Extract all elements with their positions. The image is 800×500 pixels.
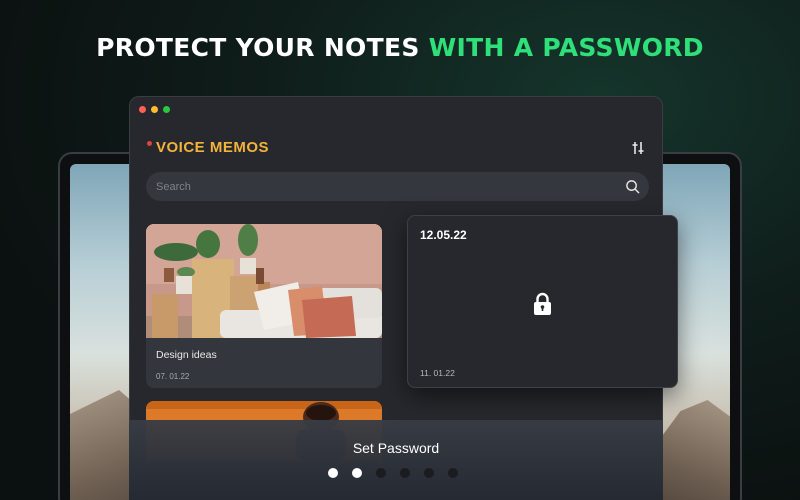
page-dot[interactable]: [424, 468, 434, 478]
page-dot[interactable]: [376, 468, 386, 478]
note-date: 07. 01.22: [156, 372, 190, 381]
sliders-icon: [632, 142, 644, 154]
search-icon[interactable]: [625, 179, 640, 194]
lock-icon: [534, 292, 551, 315]
set-password-label: Set Password: [352, 440, 440, 456]
page-dot[interactable]: [448, 468, 458, 478]
page-dot[interactable]: [328, 468, 338, 478]
window-controls: [139, 106, 170, 113]
minimize-window-button[interactable]: [151, 106, 158, 113]
close-window-button[interactable]: [139, 106, 146, 113]
app-title: VOICE MEMOS: [156, 139, 270, 156]
headline: PROTECT YOUR NOTES WITH A PASSWORD: [0, 33, 800, 62]
page-dot[interactable]: [400, 468, 410, 478]
note-card[interactable]: Design ideas 07. 01.22: [146, 224, 382, 388]
record-dot-icon: [147, 141, 152, 146]
zoom-window-button[interactable]: [163, 106, 170, 113]
page-dot[interactable]: [352, 468, 362, 478]
locked-note-header: 12.05.22: [420, 228, 467, 242]
note-title: Design ideas: [156, 349, 217, 361]
locked-note-date: 11. 01.22: [420, 368, 455, 378]
search-input[interactable]: [156, 172, 606, 201]
headline-accent: WITH A PASSWORD: [428, 33, 704, 62]
search-bar: [146, 172, 649, 201]
headline-main: PROTECT YOUR NOTES: [96, 33, 420, 62]
page-indicator: [328, 468, 458, 478]
locked-note-card[interactable]: 12.05.22 11. 01.22: [407, 215, 678, 388]
note-thumbnail-image: [146, 224, 382, 338]
sort-settings-button[interactable]: [628, 139, 648, 157]
onboarding-panel: Set Password: [129, 420, 663, 500]
